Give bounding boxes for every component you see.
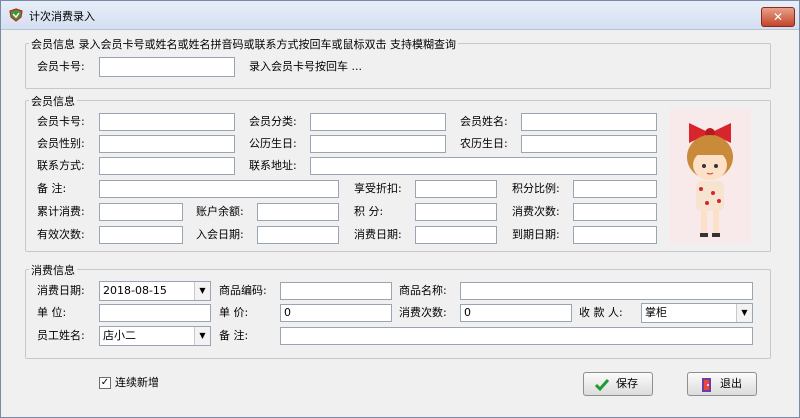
product-code-label: 商品编码:	[219, 284, 267, 297]
points-ratio-field[interactable]	[573, 180, 657, 198]
title-bar[interactable]: 计次消费录入 ✕	[1, 1, 799, 30]
total-spend-field[interactable]	[99, 203, 183, 221]
close-button[interactable]: ✕	[761, 7, 795, 27]
points-field[interactable]	[415, 203, 497, 221]
expire-date-label: 到期日期:	[512, 228, 560, 241]
consume-group-title: 消费信息	[29, 262, 77, 278]
consume-remark-label: 备 注:	[219, 329, 249, 342]
exit-door-icon	[698, 377, 714, 393]
dropdown-arrow-icon[interactable]: ▼	[194, 282, 210, 300]
unit-label: 单 位:	[37, 306, 67, 319]
search-group-title: 会员信息 录入会员卡号或姓名或姓名拼音码或联系方式按回车或鼠标双击 支持模糊查询	[29, 36, 458, 52]
dropdown-arrow-icon[interactable]: ▼	[736, 304, 752, 322]
expire-date-field[interactable]	[573, 226, 657, 244]
member-remark-field[interactable]	[99, 180, 339, 198]
search-card-label: 会员卡号:	[37, 60, 85, 73]
address-field[interactable]	[310, 157, 657, 175]
points-ratio-label: 积分比例:	[512, 182, 560, 195]
solar-birthday-field[interactable]	[310, 135, 446, 153]
consume-count-field[interactable]: 0	[460, 304, 572, 322]
discount-label: 享受折扣:	[354, 182, 402, 195]
payee-label: 收 款 人:	[579, 306, 623, 319]
solar-birthday-label: 公历生日:	[249, 137, 297, 150]
payee-value: 掌柜	[645, 306, 667, 319]
join-date-field[interactable]	[257, 226, 339, 244]
points-label: 积 分:	[354, 205, 384, 218]
staff-label: 员工姓名:	[37, 329, 85, 342]
balance-field[interactable]	[257, 203, 339, 221]
contact-field[interactable]	[99, 157, 235, 175]
member-card-field[interactable]	[99, 113, 235, 131]
exit-button-label: 退出	[720, 377, 742, 390]
payee-select[interactable]: 掌柜 ▼	[641, 303, 753, 323]
balance-label: 账户余额:	[196, 205, 244, 218]
member-remark-label: 备 注:	[37, 182, 67, 195]
consume-date-picker[interactable]: 2018-08-15 ▼	[99, 281, 211, 301]
search-card-input[interactable]	[99, 57, 235, 77]
dropdown-arrow-icon[interactable]: ▼	[194, 327, 210, 345]
price-label: 单 价:	[219, 306, 249, 319]
product-name-label: 商品名称:	[399, 284, 447, 297]
member-spend-date-label: 消费日期:	[354, 228, 402, 241]
consume-remark-field[interactable]	[280, 327, 753, 345]
close-icon: ✕	[772, 10, 784, 24]
exit-button[interactable]: 退出	[687, 372, 757, 396]
price-field[interactable]: 0	[280, 304, 392, 322]
staff-select[interactable]: 店小二 ▼	[99, 326, 211, 346]
join-date-label: 入会日期:	[196, 228, 244, 241]
unit-field[interactable]	[99, 304, 211, 322]
member-photo	[669, 109, 751, 243]
valid-count-label: 有效次数:	[37, 228, 85, 241]
checkmark-icon	[594, 377, 610, 393]
member-name-field[interactable]	[521, 113, 657, 131]
continuous-add-label[interactable]: 连续新增	[115, 373, 159, 393]
product-name-field[interactable]	[460, 282, 753, 300]
continuous-add-checkbox[interactable]: ✓	[99, 377, 111, 389]
discount-field[interactable]	[415, 180, 497, 198]
lunar-birthday-label: 农历生日:	[460, 137, 508, 150]
staff-value: 店小二	[103, 329, 136, 342]
spend-count-label: 消费次数:	[512, 205, 560, 218]
address-label: 联系地址:	[249, 159, 297, 172]
checkmark-icon: ✓	[100, 377, 110, 388]
member-gender-label: 会员性别:	[37, 137, 85, 150]
product-code-field[interactable]	[280, 282, 392, 300]
consume-count-label: 消费次数:	[399, 306, 447, 319]
total-spend-label: 累计消费:	[37, 205, 85, 218]
save-button-label: 保存	[616, 377, 638, 390]
app-shield-icon	[9, 8, 23, 22]
member-category-label: 会员分类:	[249, 115, 297, 128]
search-hint: 录入会员卡号按回车 ...	[249, 60, 362, 73]
consume-date-label: 消费日期:	[37, 284, 85, 297]
valid-count-field[interactable]	[99, 226, 183, 244]
contact-label: 联系方式:	[37, 159, 85, 172]
window-title: 计次消费录入	[29, 10, 95, 23]
consume-date-value: 2018-08-15	[103, 284, 167, 297]
member-gender-field[interactable]	[99, 135, 235, 153]
dialog-window: 计次消费录入 ✕ 会员信息 录入会员卡号或姓名或姓名拼音码或联系方式按回车或鼠标…	[0, 0, 800, 418]
member-group-title: 会员信息	[29, 93, 77, 109]
lunar-birthday-field[interactable]	[521, 135, 657, 153]
member-card-label: 会员卡号:	[37, 115, 85, 128]
spend-count-field[interactable]	[573, 203, 657, 221]
save-button[interactable]: 保存	[583, 372, 653, 396]
member-spend-date-field[interactable]	[415, 226, 497, 244]
member-name-label: 会员姓名:	[460, 115, 508, 128]
member-category-field[interactable]	[310, 113, 446, 131]
